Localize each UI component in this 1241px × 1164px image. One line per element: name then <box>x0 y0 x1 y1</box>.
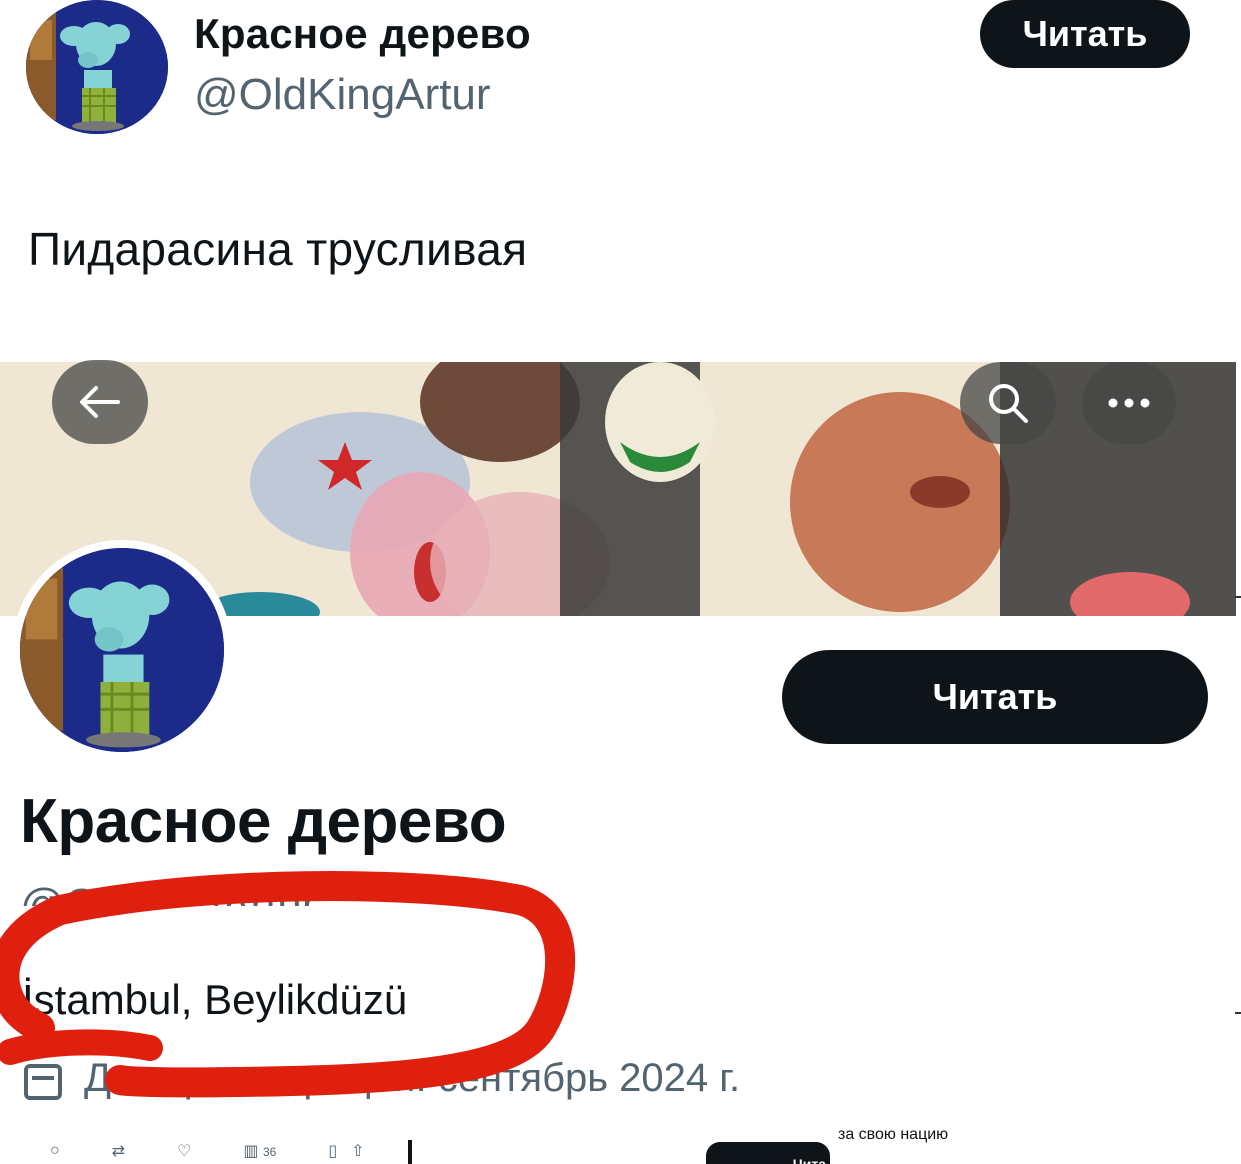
tweet-author-handle[interactable]: @OldKingArtur <box>194 70 491 120</box>
profile-handle: @OldKingArtur <box>20 880 317 906</box>
profile-joined-date: Дата регистрации: сентябрь 2024 г. <box>84 1056 740 1101</box>
follow-button[interactable]: Читать <box>980 0 1190 68</box>
more-options-button[interactable] <box>1082 362 1176 444</box>
avatar-image <box>20 548 224 752</box>
calendar-icon <box>24 1064 62 1100</box>
divider <box>408 1140 412 1164</box>
arrow-left-icon <box>80 386 120 418</box>
views-icon[interactable]: ▥ 36 <box>243 1141 276 1161</box>
tweet-author-avatar[interactable] <box>26 0 168 134</box>
cropped-follow-button[interactable]: Чита <box>706 1142 830 1164</box>
edge-mark <box>1235 1012 1241 1014</box>
cropped-text: за свою нацию <box>838 1130 949 1143</box>
tweet-author-name[interactable]: Красное дерево <box>194 10 531 58</box>
retweet-icon[interactable]: ⇄ <box>112 1141 125 1161</box>
avatar-image <box>26 0 168 134</box>
views-count: 36 <box>262 1145 277 1159</box>
profile-name: Красное дерево <box>20 787 507 856</box>
like-icon[interactable]: ♡ <box>177 1141 191 1161</box>
search-button[interactable] <box>960 362 1056 444</box>
reply-icon[interactable]: ○ <box>50 1142 60 1160</box>
tweet-text: Пидарасина трусливая <box>28 223 528 275</box>
back-button[interactable] <box>52 360 148 444</box>
joined-text: Дата регистрации: сентябрь 2024 г. <box>84 1056 741 1100</box>
profile-location: İstambul, Beylikdüzü <box>22 976 408 1023</box>
share-icon[interactable]: ⇧ <box>351 1141 364 1161</box>
profile-avatar[interactable] <box>12 540 232 760</box>
search-icon <box>989 384 1028 423</box>
profile-follow-button[interactable]: Читать <box>782 650 1208 744</box>
edge-mark <box>1235 596 1241 598</box>
tweet-action-bar: ○ ⇄ ♡ ▥ 36 ▯ ⇧ <box>50 1138 365 1164</box>
bookmark-icon[interactable]: ▯ <box>328 1141 337 1161</box>
more-dots-icon <box>1108 398 1150 408</box>
